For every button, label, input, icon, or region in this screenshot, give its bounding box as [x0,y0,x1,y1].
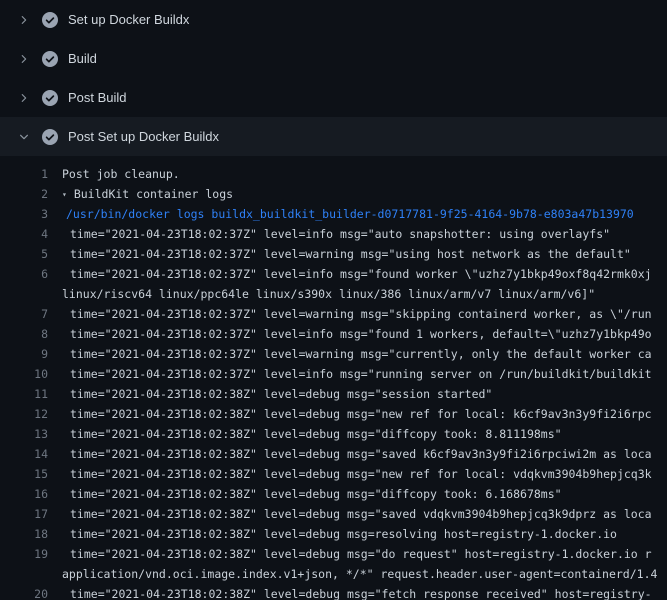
step-header-post-build[interactable]: Post Build [0,78,667,117]
line-number[interactable]: 3 [0,204,62,224]
log-line: 7time="2021-04-23T18:02:37Z" level=warni… [0,304,667,324]
log-line: 13time="2021-04-23T18:02:38Z" level=debu… [0,424,667,444]
check-circle-icon [42,129,58,145]
step-label: Post Build [68,90,127,105]
log-line: 20time="2021-04-23T18:02:38Z" level=debu… [0,584,667,600]
log-text: time="2021-04-23T18:02:38Z" level=debug … [62,404,667,424]
log-line: 1Post job cleanup. [0,164,667,184]
log-line: 9time="2021-04-23T18:02:37Z" level=warni… [0,344,667,364]
line-number[interactable]: 12 [0,404,62,424]
log-text: time="2021-04-23T18:02:38Z" level=debug … [62,504,667,524]
line-number[interactable]: 7 [0,304,62,324]
log-line: 18time="2021-04-23T18:02:38Z" level=debu… [0,524,667,544]
step-label: Build [68,51,97,66]
line-number[interactable]: 6 [0,264,62,284]
line-number[interactable]: 5 [0,244,62,264]
log-line: 8time="2021-04-23T18:02:37Z" level=info … [0,324,667,344]
log-line: linux/riscv64 linux/ppc64le linux/s390x … [0,284,667,304]
log-line: 2▾ BuildKit container logs [0,184,667,204]
log-command-text: /usr/bin/docker logs buildx_buildkit_bui… [62,204,667,224]
log-text: time="2021-04-23T18:02:37Z" level=info m… [62,264,667,284]
log-text: time="2021-04-23T18:02:37Z" level=warnin… [62,244,667,264]
chevron-right-icon[interactable] [16,12,32,28]
triangle-down-icon[interactable]: ▾ [62,185,67,204]
log-line: application/vnd.oci.image.index.v1+json,… [0,564,667,584]
step-header-set-up-docker-buildx[interactable]: Set up Docker Buildx [0,0,667,39]
line-number[interactable]: 10 [0,364,62,384]
line-number[interactable]: 19 [0,544,62,564]
line-number[interactable]: 17 [0,504,62,524]
log-text: time="2021-04-23T18:02:38Z" level=debug … [62,544,667,564]
log-line: 11time="2021-04-23T18:02:38Z" level=debu… [0,384,667,404]
log-line: 15time="2021-04-23T18:02:38Z" level=debu… [0,464,667,484]
log-text: time="2021-04-23T18:02:38Z" level=debug … [62,444,667,464]
step-header-post-set-up-docker-buildx[interactable]: Post Set up Docker Buildx [0,117,667,156]
chevron-right-icon[interactable] [16,51,32,67]
step-label: Post Set up Docker Buildx [68,129,219,144]
log-area[interactable]: 1Post job cleanup.2▾ BuildKit container l… [0,156,667,600]
line-number[interactable] [0,284,62,304]
log-line: 17time="2021-04-23T18:02:38Z" level=debu… [0,504,667,524]
log-line: 14time="2021-04-23T18:02:38Z" level=debu… [0,444,667,464]
log-line: 16time="2021-04-23T18:02:38Z" level=debu… [0,484,667,504]
line-number[interactable]: 11 [0,384,62,404]
log-line: 6time="2021-04-23T18:02:37Z" level=info … [0,264,667,284]
log-text: time="2021-04-23T18:02:37Z" level=info m… [62,364,667,384]
steps-list: Set up Docker Buildx Build Post Build Post … [0,0,667,156]
log-text: time="2021-04-23T18:02:38Z" level=debug … [62,524,667,544]
log-text: application/vnd.oci.image.index.v1+json,… [62,564,667,584]
log-text: time="2021-04-23T18:02:37Z" level=warnin… [62,344,667,364]
line-number[interactable]: 16 [0,484,62,504]
log-line: 4time="2021-04-23T18:02:37Z" level=info … [0,224,667,244]
log-text: time="2021-04-23T18:02:38Z" level=debug … [62,464,667,484]
log-group-label: BuildKit container logs [74,187,233,201]
log-text: linux/riscv64 linux/ppc64le linux/s390x … [62,284,667,304]
log-group-toggle[interactable]: ▾ BuildKit container logs [62,184,667,204]
log-line: 3/usr/bin/docker logs buildx_buildkit_bu… [0,204,667,224]
line-number[interactable]: 14 [0,444,62,464]
chevron-right-icon[interactable] [16,90,32,106]
log-text: time="2021-04-23T18:02:37Z" level=info m… [62,324,667,344]
log-line: 5time="2021-04-23T18:02:37Z" level=warni… [0,244,667,264]
log-text: time="2021-04-23T18:02:37Z" level=info m… [62,224,667,244]
line-number[interactable]: 15 [0,464,62,484]
log-text: time="2021-04-23T18:02:37Z" level=warnin… [62,304,667,324]
actions-log-viewer: Set up Docker Buildx Build Post Build Post … [0,0,667,600]
log-text: time="2021-04-23T18:02:38Z" level=debug … [62,584,667,600]
check-circle-icon [42,90,58,106]
step-header-build[interactable]: Build [0,39,667,78]
line-number[interactable]: 9 [0,344,62,364]
line-number[interactable]: 1 [0,164,62,184]
line-number[interactable]: 20 [0,584,62,600]
line-number[interactable]: 8 [0,324,62,344]
line-number[interactable]: 4 [0,224,62,244]
line-number[interactable]: 13 [0,424,62,444]
line-number[interactable] [0,564,62,584]
log-line: 12time="2021-04-23T18:02:38Z" level=debu… [0,404,667,424]
line-number[interactable]: 18 [0,524,62,544]
log-line: 10time="2021-04-23T18:02:37Z" level=info… [0,364,667,384]
log-line: 19time="2021-04-23T18:02:38Z" level=debu… [0,544,667,564]
chevron-down-icon[interactable] [16,129,32,145]
log-text: Post job cleanup. [62,164,667,184]
check-circle-icon [42,51,58,67]
line-number[interactable]: 2 [0,184,62,204]
log-text: time="2021-04-23T18:02:38Z" level=debug … [62,424,667,444]
step-label: Set up Docker Buildx [68,12,189,27]
log-text: time="2021-04-23T18:02:38Z" level=debug … [62,484,667,504]
log-text: time="2021-04-23T18:02:38Z" level=debug … [62,384,667,404]
check-circle-icon [42,12,58,28]
